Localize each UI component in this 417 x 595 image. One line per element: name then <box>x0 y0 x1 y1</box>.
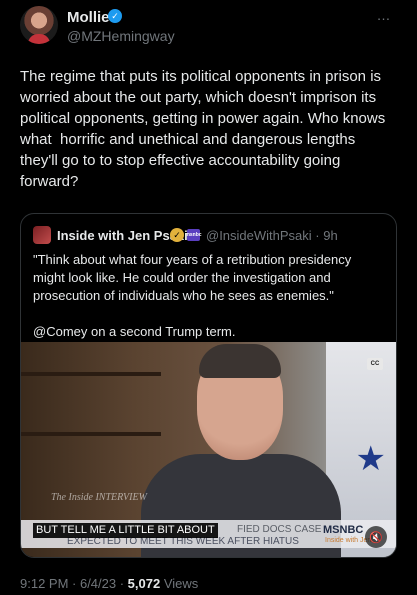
closed-captions-icon[interactable]: CC <box>367 358 383 370</box>
muted-speaker-icon[interactable]: 🔇 <box>365 526 387 548</box>
speaker-hair <box>199 344 281 378</box>
quoted-handle-time[interactable]: @InsideWithPsaki · 9h <box>206 228 338 243</box>
quoted-text: "Think about what four years of a retrib… <box>33 252 352 339</box>
show-bug: The Inside INTERVIEW <box>51 492 147 503</box>
views-count: 5,072 <box>127 576 161 591</box>
author-avatar[interactable] <box>20 6 58 44</box>
tweet-text: The regime that puts its political oppon… <box>20 68 386 190</box>
timestamp[interactable]: 9:12 PM · 6/4/23 · <box>20 576 128 591</box>
network-tag-icon: msnbc <box>185 229 202 241</box>
more-dots-icon[interactable]: … <box>374 8 394 22</box>
author-handle[interactable]: @MZHemingway <box>67 28 175 44</box>
views-label: Views <box>160 576 199 591</box>
quoted-avatar[interactable] <box>33 226 51 244</box>
quoted-tweet-card[interactable]: Inside with Jen Psaki ✓ msnbc @InsideWit… <box>20 213 397 558</box>
star-icon: ★ <box>355 440 386 478</box>
verified-check-icon: ✓ <box>108 9 122 23</box>
author-name[interactable]: Mollie <box>67 9 110 26</box>
video-player[interactable]: ★ CC The Inside INTERVIEW FIED DOCS CASE… <box>21 342 396 557</box>
tweet-meta: 9:12 PM · 6/4/23 · 5,072 Views <box>20 576 198 591</box>
network-logo: MSNBC <box>323 524 364 536</box>
closed-caption-text: BUT TELL ME A LITTLE BIT ABOUT <box>33 523 218 538</box>
headline-text: FIED DOCS CASE <box>237 524 322 535</box>
bookshelf <box>21 432 161 436</box>
gold-verified-icon: ✓ <box>170 228 184 242</box>
quoted-author-name[interactable]: Inside with Jen Psaki <box>57 228 188 243</box>
bookshelf <box>21 372 161 376</box>
